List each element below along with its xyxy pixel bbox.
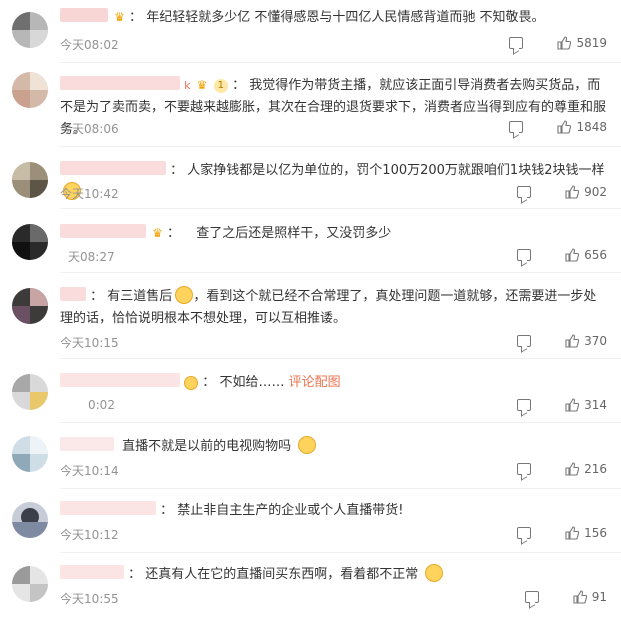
comment-list: ♛ ： 年纪轻轻就多少亿 不懂得感恩与十四亿人民情感背道而驰 不知敬畏。 今天0… — [0, 0, 621, 620]
emoji-icon — [298, 436, 317, 454]
thumbs-up-icon — [565, 526, 580, 540]
emoji-icon — [184, 376, 199, 390]
username[interactable] — [60, 373, 180, 387]
divider — [60, 488, 621, 489]
comment-text: 年纪轻轻就多少亿 不懂得感恩与十四亿人民情感背道而驰 不知敬畏。 — [146, 10, 545, 25]
comment-time: 今天10:42 — [60, 187, 119, 201]
like-count: 156 — [584, 526, 607, 540]
like-count: 91 — [591, 590, 607, 604]
comment-time: 今天10:14 — [60, 464, 119, 478]
like-button[interactable]: 314 — [565, 398, 607, 412]
avatar[interactable] — [12, 436, 48, 472]
username[interactable] — [60, 8, 108, 22]
avatar[interactable] — [12, 12, 48, 48]
thumbs-up-icon — [565, 248, 580, 262]
reply-icon[interactable] — [517, 249, 532, 261]
avatar[interactable] — [12, 566, 48, 602]
thumbs-up-icon — [565, 185, 580, 199]
divider — [60, 272, 621, 273]
username[interactable] — [60, 224, 146, 238]
divider — [60, 358, 621, 359]
avatar[interactable] — [12, 72, 48, 108]
thumbs-up-icon — [565, 462, 580, 476]
comment-item: ： 还真有人在它的直播间买东西啊，看着都不正常 今天10:55 91 — [0, 554, 621, 620]
emoji-icon — [175, 286, 194, 304]
reply-icon[interactable] — [509, 37, 524, 49]
like-count: 1848 — [576, 120, 607, 134]
thumbs-up-icon — [573, 590, 587, 604]
comment-time: 天08:27 — [68, 250, 115, 264]
reply-icon[interactable] — [517, 335, 532, 347]
reply-icon[interactable] — [524, 591, 539, 603]
like-count: 902 — [584, 185, 607, 199]
like-count: 5819 — [576, 36, 607, 50]
avatar[interactable] — [12, 374, 48, 410]
comment-image-link[interactable]: 评论配图 — [289, 375, 341, 390]
reply-icon[interactable] — [517, 463, 532, 475]
username[interactable] — [60, 76, 180, 90]
like-button[interactable]: 1848 — [557, 120, 607, 134]
comment-time: 今天10:12 — [60, 528, 119, 542]
comment-text: 禁止非自主生产的企业或个人直播带货! — [177, 503, 404, 518]
comment-item: ♛ ： 年纪轻轻就多少亿 不懂得感恩与十四亿人民情感背道而驰 不知敬畏。 今天0… — [0, 0, 621, 64]
like-count: 314 — [584, 398, 607, 412]
like-button[interactable]: 156 — [565, 526, 607, 540]
username[interactable] — [60, 501, 156, 515]
crown-icon: ♛ — [114, 10, 125, 24]
like-count: 370 — [584, 334, 607, 348]
like-button[interactable]: 91 — [573, 590, 607, 604]
comment-time: 今天10:55 — [60, 592, 119, 606]
comment-text: 查了之后还是照样干，又没罚多少 — [196, 226, 392, 241]
emoji-icon — [425, 564, 444, 582]
comment-item: ： 人家挣钱都是以亿为单位的，罚个100万200万就跟咱们1块钱2块钱一样 今天… — [0, 148, 621, 210]
comment-item: ： 有三道售后 ，看到这个就已经不合常理了，真处理问题一道就够，还需要进一步处理的… — [0, 274, 621, 358]
divider — [60, 208, 621, 209]
reply-icon[interactable] — [517, 399, 532, 411]
username[interactable] — [60, 565, 124, 579]
thumbs-up-icon — [557, 120, 572, 134]
comment-time: 今天08:02 — [60, 38, 119, 52]
comment-text: 还真有人在它的直播间买东西啊，看着都不正常 — [145, 567, 419, 582]
avatar[interactable] — [12, 162, 48, 198]
comment-time: 今天10:15 — [60, 336, 119, 350]
comment-item: ： 禁止非自主生产的企业或个人直播带货! 今天10:12 156 — [0, 490, 621, 552]
comment-time: 0:02 — [88, 398, 115, 412]
comment-item: ♛ ： 查了之后还是照样干，又没罚多少 天08:27 656 — [0, 210, 621, 274]
comment-time: 今天08:06 — [60, 122, 119, 136]
crown-icon: ♛ — [196, 78, 208, 92]
avatar[interactable] — [12, 502, 48, 538]
like-count: 216 — [584, 462, 607, 476]
reply-icon[interactable] — [517, 186, 532, 198]
username[interactable] — [60, 287, 86, 301]
reply-icon[interactable] — [517, 527, 532, 539]
comment-item: 直播不就是以前的电视购物吗 今天10:14 216 — [0, 424, 621, 488]
thumbs-up-icon — [557, 36, 572, 50]
level-badge: 1 — [213, 79, 228, 93]
username[interactable] — [60, 161, 166, 175]
comment-text: 有三道售后 — [107, 289, 173, 304]
divider — [60, 146, 621, 147]
comment-text: 不如给…… — [219, 375, 285, 390]
like-button[interactable]: 5819 — [557, 36, 607, 50]
comment-item: ： 不如给…… 评论配图 0:02 314 — [0, 360, 621, 422]
thumbs-up-icon — [565, 398, 580, 412]
like-button[interactable]: 216 — [565, 462, 607, 476]
like-count: 656 — [584, 248, 607, 262]
avatar[interactable] — [12, 288, 48, 324]
like-button[interactable]: 902 — [565, 185, 607, 199]
comment-item: k ♛ 1 ： 我觉得作为带货主播，就应该正面引导消费者去购买货品，而不是为了卖… — [0, 64, 621, 148]
comment-text: 直播不就是以前的电视购物吗 — [122, 439, 292, 454]
reply-icon[interactable] — [509, 121, 524, 133]
avatar[interactable] — [12, 224, 48, 260]
crown-icon: ♛ — [152, 226, 163, 240]
comment-text: 人家挣钱都是以亿为单位的，罚个100万200万就跟咱们1块钱2块钱一样 — [187, 163, 605, 178]
thumbs-up-icon — [565, 334, 580, 348]
divider — [60, 62, 621, 63]
divider — [60, 422, 621, 423]
like-button[interactable]: 370 — [565, 334, 607, 348]
like-button[interactable]: 656 — [565, 248, 607, 262]
divider — [60, 552, 621, 553]
username[interactable] — [60, 437, 114, 451]
